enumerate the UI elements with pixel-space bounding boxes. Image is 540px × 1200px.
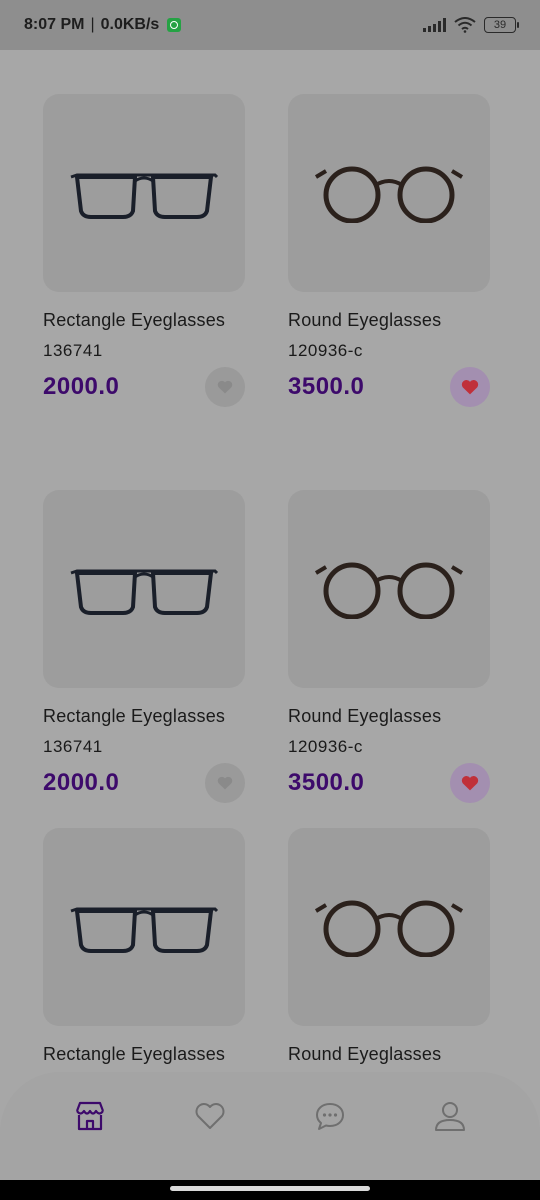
heart-icon	[217, 380, 233, 394]
home-indicator[interactable]	[170, 1186, 370, 1191]
heart-icon	[195, 1103, 225, 1129]
whatsapp-icon	[167, 18, 182, 32]
product-price: 2000.0	[43, 373, 120, 400]
battery-icon: 39	[484, 17, 519, 33]
product-image[interactable]	[43, 94, 245, 292]
favorite-button[interactable]	[450, 763, 490, 803]
product-image[interactable]	[43, 490, 245, 688]
round-glasses-icon	[314, 166, 464, 223]
favorite-button[interactable]	[205, 763, 245, 803]
chat-icon	[316, 1103, 344, 1130]
product-name: Round Eyeglasses	[288, 310, 442, 330]
product-name: Rectangle Eyeglasses	[43, 310, 226, 330]
product-card[interactable]: Round Eyeglasses 120936-c 3500.0	[288, 490, 490, 803]
product-card[interactable]: Rectangle Eyeglasses 136741 2000.0	[43, 490, 245, 803]
product-code: 120936-c	[288, 737, 363, 756]
price-row: 2000.0	[43, 763, 245, 803]
product-name: Round Eyeglasses	[288, 706, 442, 726]
rectangle-glasses-icon	[70, 907, 219, 953]
product-image[interactable]	[288, 94, 490, 292]
product-card[interactable]: Round Eyeglasses	[288, 828, 490, 1065]
nav-favorites[interactable]	[186, 1092, 234, 1140]
favorite-button[interactable]	[205, 367, 245, 407]
status-time: 8:07 PM	[24, 16, 85, 33]
favorite-button[interactable]	[450, 367, 490, 407]
status-speed: 0.0KB/s	[100, 16, 160, 33]
rectangle-glasses-icon	[70, 173, 219, 219]
heart-filled-icon	[461, 776, 479, 791]
nav-profile[interactable]	[426, 1092, 474, 1140]
product-card[interactable]: Rectangle Eyeglasses	[43, 828, 245, 1065]
product-image[interactable]	[43, 828, 245, 1026]
product-name: Rectangle Eyeglasses	[43, 1044, 226, 1064]
status-separator: |	[90, 16, 95, 33]
battery-level: 39	[493, 19, 507, 31]
product-name: Rectangle Eyeglasses	[43, 706, 226, 726]
price-row: 3500.0	[288, 763, 490, 803]
round-glasses-icon	[314, 562, 464, 619]
profile-icon	[435, 1102, 465, 1131]
nav-store[interactable]	[66, 1092, 114, 1140]
store-icon	[75, 1101, 105, 1131]
heart-icon	[217, 776, 233, 790]
product-image[interactable]	[288, 828, 490, 1026]
system-nav-bar	[0, 1180, 540, 1200]
heart-filled-icon	[461, 380, 479, 395]
product-name: Round Eyeglasses	[288, 1044, 442, 1064]
bottom-nav	[0, 1072, 540, 1180]
product-price: 3500.0	[288, 373, 365, 400]
product-price: 3500.0	[288, 769, 365, 796]
rectangle-glasses-icon	[70, 569, 219, 615]
price-row: 2000.0	[43, 367, 245, 407]
price-row: 3500.0	[288, 367, 490, 407]
product-card[interactable]: Rectangle Eyeglasses 136741 2000.0	[43, 94, 245, 407]
product-code: 136741	[43, 737, 103, 756]
nav-chat[interactable]	[306, 1092, 354, 1140]
product-card[interactable]: Round Eyeglasses 120936-c 3500.0	[288, 94, 490, 407]
status-right: 39	[423, 17, 519, 33]
wifi-icon	[454, 17, 476, 33]
product-code: 120936-c	[288, 341, 363, 360]
product-image[interactable]	[288, 490, 490, 688]
product-price: 2000.0	[43, 769, 120, 796]
status-left: 8:07 PM | 0.0KB/s	[24, 16, 182, 34]
signal-icon	[423, 18, 446, 32]
product-code: 136741	[43, 341, 103, 360]
round-glasses-icon	[314, 900, 464, 957]
status-bar: 8:07 PM | 0.0KB/s 39	[0, 0, 540, 50]
